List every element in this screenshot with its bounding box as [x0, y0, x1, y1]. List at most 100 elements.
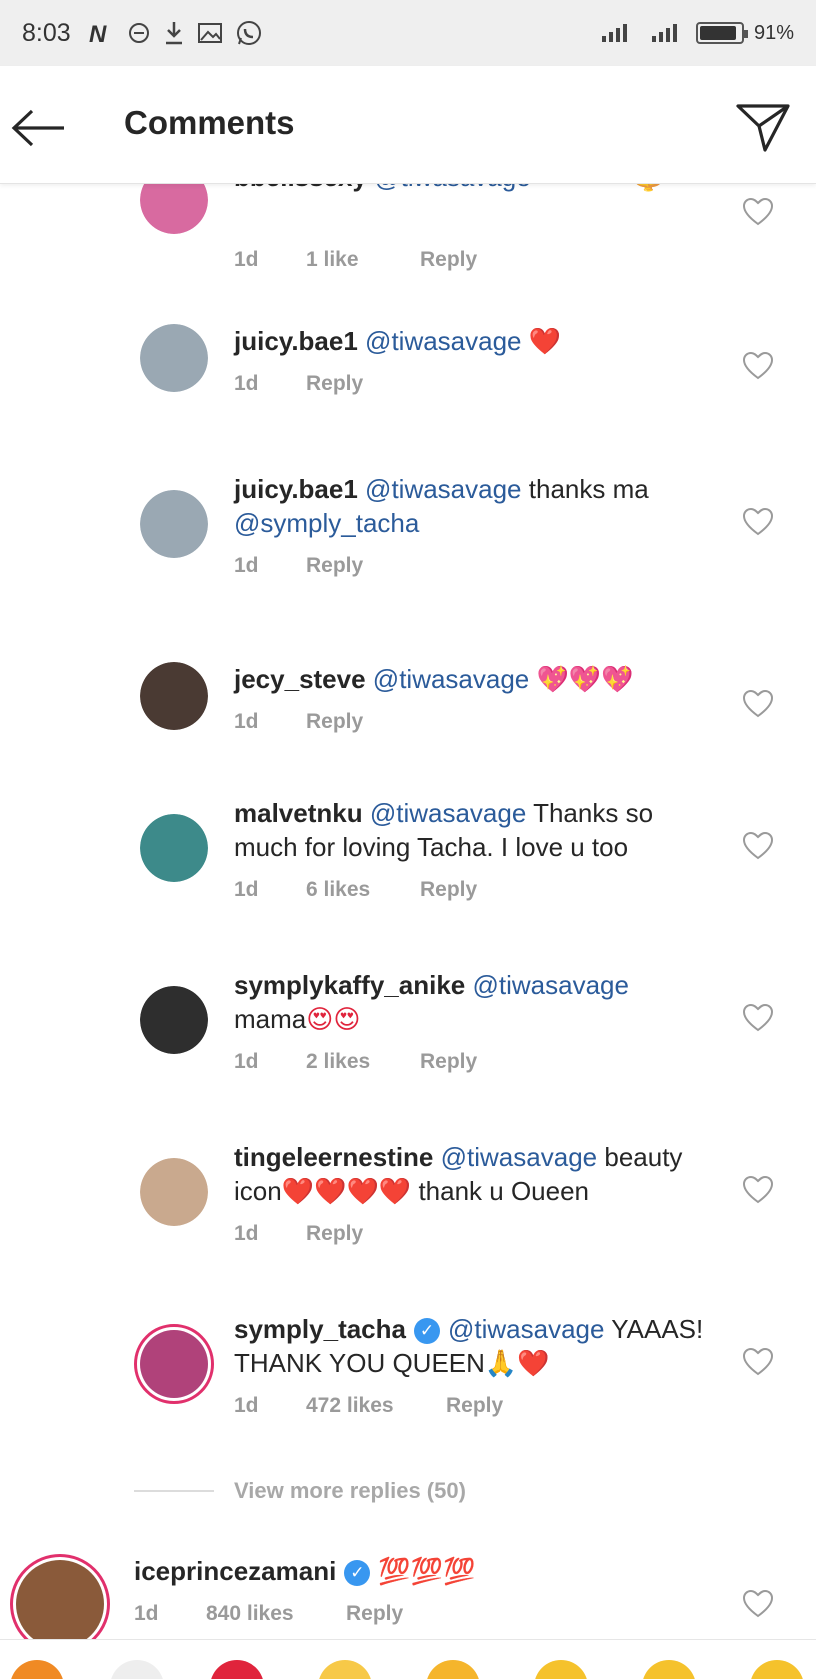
- comment-time: 1d: [234, 878, 259, 901]
- like-button[interactable]: [736, 1582, 780, 1626]
- sparkle-emoji-button[interactable]: [318, 1660, 372, 1679]
- heart-icon: [743, 1348, 773, 1376]
- comment-mention[interactable]: @tiwasavage: [365, 474, 521, 504]
- avatar[interactable]: [140, 986, 208, 1054]
- reply-button[interactable]: Reply: [446, 1394, 503, 1418]
- share-button[interactable]: [730, 94, 796, 160]
- reply-button[interactable]: Reply: [420, 248, 477, 272]
- avatar[interactable]: [140, 184, 208, 234]
- face-emoji-button-4[interactable]: [750, 1660, 804, 1679]
- fire-emoji-button[interactable]: [10, 1660, 64, 1679]
- comment-likes[interactable]: 472 likes: [306, 1394, 446, 1418]
- reply-button[interactable]: Reply: [420, 1050, 477, 1074]
- avatar[interactable]: [134, 1324, 214, 1404]
- netflix-icon: N: [89, 19, 115, 47]
- comment-body-2: thank u Oueen: [418, 1176, 590, 1206]
- comment-likes[interactable]: 2 likes: [306, 1050, 420, 1074]
- comment-mention[interactable]: @tiwasavage: [370, 798, 526, 828]
- paper-plane-icon: [736, 104, 790, 152]
- circle-minus-icon: [127, 19, 151, 47]
- comment-mention-2[interactable]: @symply_tacha: [234, 508, 419, 538]
- like-button[interactable]: [736, 190, 780, 234]
- comment-emoji: 💯💯💯: [378, 1556, 476, 1586]
- comment-text: bbellssexy @tiwasavage ❤❤❤❤ 🔱: [234, 184, 704, 194]
- status-bar: 8:03 N 91%: [0, 0, 816, 66]
- comment-emoji: 🙏❤️: [484, 1348, 550, 1378]
- comment-username[interactable]: symply_tacha: [234, 1314, 406, 1344]
- arrow-left-icon: [11, 109, 64, 147]
- like-button[interactable]: [736, 824, 780, 868]
- avatar[interactable]: [140, 814, 208, 882]
- heart-icon: [743, 1590, 773, 1618]
- comment-text: symplykaffy_anike @tiwasavage mama😍😍: [234, 968, 704, 1036]
- clap-emoji-button[interactable]: [110, 1660, 164, 1679]
- comment-time: 1d: [234, 1222, 259, 1245]
- comment-mention[interactable]: @tiwasavage: [374, 184, 530, 192]
- reply-button[interactable]: Reply: [346, 1602, 403, 1626]
- comment-meta: 1d 472 likes Reply: [234, 1394, 503, 1418]
- download-icon: [163, 19, 185, 47]
- comment-username[interactable]: jecy_steve: [234, 664, 366, 694]
- page-title: Comments: [124, 104, 295, 141]
- comment-list[interactable]: bbellssexy @tiwasavage ❤❤❤❤ 🔱 1d 1 like …: [0, 184, 816, 1639]
- like-button[interactable]: [736, 344, 780, 388]
- comment-mention[interactable]: @tiwasavage: [448, 1314, 604, 1344]
- view-more-replies-button[interactable]: View more replies (50): [134, 1478, 466, 1504]
- comment-mention[interactable]: @tiwasavage: [365, 326, 521, 356]
- heart-icon: [743, 832, 773, 860]
- heart-emoji-button[interactable]: [210, 1660, 264, 1679]
- like-button[interactable]: [736, 500, 780, 544]
- like-button[interactable]: [736, 1340, 780, 1384]
- avatar[interactable]: [140, 324, 208, 392]
- comment-username[interactable]: iceprincezamani: [134, 1556, 336, 1586]
- comment-meta: 1d Reply: [234, 1222, 363, 1246]
- battery-percent: 91%: [753, 21, 794, 44]
- comment-emoji: 😍😍: [306, 1004, 361, 1034]
- comment-text: malvetnku @tiwasavage Thanks so much for…: [234, 796, 704, 864]
- avatar[interactable]: [140, 1158, 208, 1226]
- comment-time: 1d: [234, 554, 259, 577]
- comment-mention[interactable]: @tiwasavage: [373, 664, 529, 694]
- like-button[interactable]: [736, 682, 780, 726]
- face-emoji-button-3[interactable]: [642, 1660, 696, 1679]
- heart-icon: [743, 1176, 773, 1204]
- comment-mention[interactable]: @tiwasavage: [472, 970, 628, 1000]
- face-emoji-button-1[interactable]: [426, 1660, 480, 1679]
- comment-likes[interactable]: 6 likes: [306, 878, 420, 902]
- comment-meta: 1d Reply: [234, 710, 363, 734]
- reply-button[interactable]: Reply: [306, 710, 363, 734]
- comment-time: 1d: [134, 1602, 159, 1625]
- comment-username[interactable]: juicy.bae1: [234, 474, 358, 504]
- comment-meta: 1d 2 likes Reply: [234, 1050, 477, 1074]
- comment-text: iceprincezamani ✓ 💯💯💯: [134, 1554, 604, 1588]
- back-button[interactable]: [6, 96, 70, 160]
- reply-button[interactable]: Reply: [306, 554, 363, 578]
- avatar[interactable]: [140, 662, 208, 730]
- comment-username[interactable]: symplykaffy_anike: [234, 970, 465, 1000]
- comment-username[interactable]: juicy.bae1: [234, 326, 358, 356]
- reply-button[interactable]: Reply: [306, 1222, 363, 1246]
- header: Comments: [0, 66, 816, 184]
- svg-text:N: N: [89, 21, 107, 45]
- reply-button[interactable]: Reply: [306, 372, 363, 396]
- comment-likes[interactable]: 1 like: [306, 248, 420, 272]
- comment-mention[interactable]: @tiwasavage: [441, 1142, 597, 1172]
- emoji-quick-bar: [0, 1639, 816, 1679]
- view-more-label: View more replies (50): [234, 1478, 466, 1503]
- heart-icon: [743, 690, 773, 718]
- like-button[interactable]: [736, 996, 780, 1040]
- avatar[interactable]: [140, 490, 208, 558]
- battery-icon: [695, 22, 748, 44]
- comment-username[interactable]: bbellssexy: [234, 184, 367, 192]
- whatsapp-icon: [235, 19, 263, 47]
- face-emoji-button-2[interactable]: [534, 1660, 588, 1679]
- verified-badge-icon: ✓: [413, 1318, 440, 1345]
- comment-username[interactable]: malvetnku: [234, 798, 363, 828]
- comment-text: tingeleernestine @tiwasavage beauty icon…: [234, 1140, 704, 1208]
- avatar[interactable]: [10, 1554, 110, 1639]
- reply-button[interactable]: Reply: [420, 878, 477, 902]
- comment-text: symply_tacha ✓ @tiwasavage YAAAS! THANK YO…: [234, 1312, 704, 1380]
- comment-likes[interactable]: 840 likes: [206, 1602, 346, 1626]
- comment-username[interactable]: tingeleernestine: [234, 1142, 433, 1172]
- like-button[interactable]: [736, 1168, 780, 1212]
